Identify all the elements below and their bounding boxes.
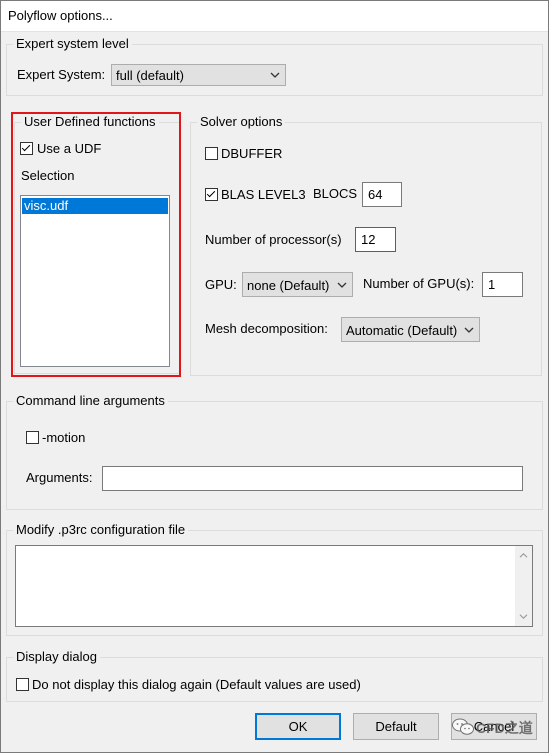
default-button[interactable]: Default (353, 713, 439, 740)
expert-system-value: full (default) (116, 68, 184, 83)
expert-system-select[interactable]: full (default) (111, 64, 286, 86)
blocs-value: 64 (368, 187, 383, 202)
chevron-down-icon (464, 327, 474, 333)
gpu-value: none (Default) (247, 278, 330, 293)
p3rc-legend: Modify .p3rc configuration file (13, 522, 189, 538)
watermark-text: CFD之道 (476, 720, 533, 736)
gpu-count-input[interactable]: 1 (482, 272, 523, 297)
use-udf-checkbox[interactable] (20, 142, 33, 155)
mesh-decomposition-value: Automatic (Default) (346, 323, 458, 338)
selection-label: Selection (21, 168, 75, 183)
mesh-decomposition-label: Mesh decomposition: (205, 321, 328, 336)
title-bar: Polyflow options... (0, 0, 549, 32)
ok-button[interactable]: OK (255, 713, 341, 740)
chevron-down-icon (270, 72, 280, 78)
wechat-icon (452, 718, 474, 735)
dbuffer-label: DBUFFER (221, 146, 283, 161)
display-dialog-legend: Display dialog (13, 649, 100, 665)
command-line-group: Command line arguments (6, 393, 543, 510)
gpu-label: GPU: (205, 277, 237, 292)
motion-checkbox[interactable] (26, 431, 39, 444)
udf-selection-list[interactable]: visc.udf (20, 195, 170, 367)
window-title: Polyflow options... (8, 8, 113, 23)
gpu-count-value: 1 (488, 277, 496, 292)
blocs-label: BLOCS (313, 186, 358, 201)
no-display-label: Do not display this dialog again (Defaul… (32, 677, 361, 692)
processors-input[interactable]: 12 (355, 227, 396, 252)
blas-level3-checkbox[interactable] (205, 188, 218, 201)
gpu-count-label: Number of GPU(s): (363, 276, 475, 291)
gpu-select[interactable]: none (Default) (242, 272, 353, 297)
motion-label: -motion (42, 430, 86, 445)
blas-level3-label: BLAS LEVEL3 (221, 187, 306, 202)
no-display-checkbox[interactable] (16, 678, 29, 691)
p3rc-textarea[interactable] (15, 545, 533, 627)
command-line-legend: Command line arguments (13, 393, 168, 409)
mesh-decomposition-select[interactable]: Automatic (Default) (341, 317, 480, 342)
p3rc-scrollbar[interactable] (515, 546, 532, 626)
watermark: CFD之道 (452, 716, 538, 738)
expert-system-label: Expert System: (17, 67, 106, 82)
blocs-input[interactable]: 64 (362, 182, 402, 207)
list-item[interactable]: visc.udf (22, 198, 168, 214)
scroll-up-icon[interactable] (519, 552, 528, 559)
solver-options-legend: Solver options (197, 114, 286, 130)
dbuffer-checkbox[interactable] (205, 147, 218, 160)
scroll-down-icon[interactable] (519, 613, 528, 620)
arguments-input[interactable] (102, 466, 523, 491)
chevron-down-icon (337, 282, 347, 288)
processors-label: Number of processor(s) (205, 232, 342, 247)
expert-system-legend: Expert system level (13, 36, 132, 52)
use-udf-label: Use a UDF (37, 141, 102, 156)
processors-value: 12 (361, 232, 376, 247)
arguments-label: Arguments: (26, 470, 93, 485)
